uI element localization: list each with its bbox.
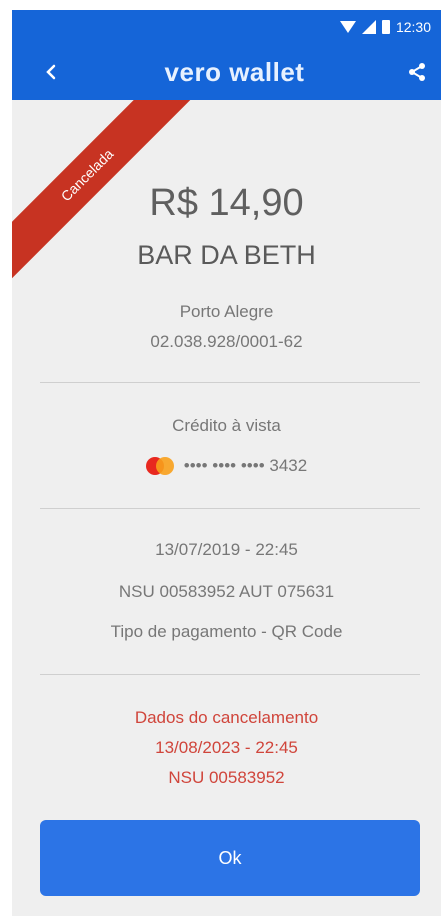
- payment-method: Crédito à vista: [172, 416, 281, 435]
- brand-logo: vero wallet: [164, 56, 305, 87]
- cancellation-nsu: NSU 00583952: [168, 768, 285, 787]
- merchant-cnpj: 02.038.928/0001-62: [150, 332, 303, 351]
- receipt-card: Cancelada R$ 14,90 BAR DA BETH Porto Ale…: [12, 100, 441, 916]
- ok-button[interactable]: Ok: [40, 820, 420, 896]
- signal-icon: [361, 20, 376, 34]
- merchant-name: BAR DA BETH: [137, 240, 316, 270]
- status-time: 12:30: [395, 19, 431, 35]
- transaction-date: 13/07/2019 - 22:45: [155, 540, 298, 559]
- cancellation-date: 13/08/2023 - 22:45: [155, 738, 298, 757]
- app-bar: vero wallet: [12, 44, 441, 100]
- divider: [40, 508, 420, 509]
- battery-icon: [381, 20, 390, 34]
- card-number: •••• •••• •••• 3432: [183, 456, 308, 475]
- share-icon[interactable]: [407, 62, 427, 82]
- transaction-nsu-aut: NSU 00583952 AUT 075631: [118, 582, 335, 601]
- chevron-left-icon[interactable]: [40, 61, 62, 83]
- card-info: •••• •••• •••• 3432: [12, 456, 441, 476]
- status-icons: 12:30: [339, 19, 431, 35]
- mastercard-icon: [145, 457, 174, 475]
- divider: [40, 382, 420, 383]
- wifi-icon: [339, 21, 356, 33]
- app-screen: 12:30 vero wallet Cancelada R$ 14,90 BAR…: [0, 0, 441, 916]
- divider: [40, 674, 420, 675]
- cancellation-title: Dados do cancelamento: [134, 708, 319, 727]
- merchant-city: Porto Alegre: [179, 302, 274, 321]
- status-bar: 12:30: [12, 10, 441, 44]
- payment-type: Tipo de pagamento - QR Code: [110, 622, 343, 641]
- transaction-amount: R$ 14,90: [149, 182, 304, 224]
